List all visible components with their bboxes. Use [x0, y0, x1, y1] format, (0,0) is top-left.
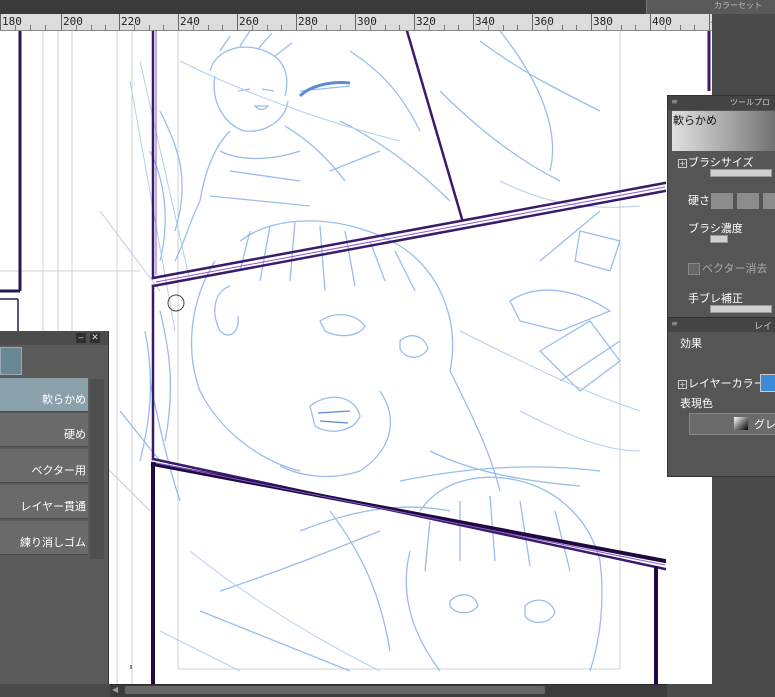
ruler-label: 240 [180, 15, 200, 28]
subtool-scrollbar[interactable] [90, 379, 104, 559]
subtool-panel: ‒ ✕ 軟らかめ 硬め ベクター用 レイヤー貫通 練り消しゴム [0, 331, 109, 684]
ruler-label: 220 [121, 15, 141, 28]
subtool-item-label: レイヤー貫通 [20, 500, 86, 513]
hardness-option-3[interactable] [762, 192, 775, 210]
horizontal-scrollbar-thumb[interactable] [125, 686, 545, 694]
subtool-item[interactable]: ベクター用 [0, 449, 88, 483]
layer-color-row[interactable]: + レイヤーカラー [678, 375, 765, 391]
brush-size-slider[interactable] [710, 169, 772, 177]
subtool-item-label: 練り消しゴム [20, 536, 86, 549]
subtool-item[interactable]: 硬め [0, 413, 88, 447]
subtool-item[interactable]: レイヤー貫通 [0, 485, 88, 519]
ruler-label: 340 [475, 15, 495, 28]
horizontal-ruler: 180 200 220 240 260 280 300 320 340 360 … [0, 14, 712, 31]
layer-property-title: レイ [753, 322, 772, 332]
close-icon[interactable]: ✕ [90, 333, 100, 343]
gray-gradient-icon [734, 417, 748, 430]
ruler-label: 280 [298, 15, 318, 28]
tool-property-titlebar[interactable]: ≡ ツールプロ [668, 96, 775, 110]
vector-erase-label: ベクター消去 [702, 262, 768, 275]
vector-erase-checkbox[interactable] [688, 263, 700, 275]
scroll-left-arrow-icon[interactable]: ◀ [112, 685, 122, 695]
subtool-panel-titlebar[interactable]: ‒ ✕ [0, 331, 108, 345]
layer-property-panel: ≡ レイ 効果 + レイヤーカラー 表現色 グレ [667, 317, 775, 477]
subtool-item-label: 硬め [64, 428, 86, 441]
ruler-label: 360 [534, 15, 554, 28]
expression-color-label: 表現色 [680, 397, 713, 410]
layer-color-swatch[interactable] [760, 374, 775, 392]
subtool-group-selector[interactable] [0, 347, 22, 375]
layer-property-titlebar[interactable]: ≡ レイ [668, 318, 775, 332]
stabilization-slider[interactable] [710, 305, 772, 313]
hardness-label: 硬さ [688, 194, 710, 207]
subtool-item-label: 軟らかめ [42, 393, 86, 406]
ruler-label: 320 [416, 15, 436, 28]
ruler-label: 180 [2, 15, 22, 28]
color-set-tab-label: カラーセット [714, 1, 762, 10]
expand-plus-icon[interactable]: + [678, 380, 687, 389]
subtool-item-label: ベクター用 [31, 464, 86, 477]
effect-label: 効果 [680, 337, 702, 350]
layer-color-label: レイヤーカラー [688, 377, 765, 390]
subtool-item[interactable]: 軟らかめ [0, 378, 88, 412]
tool-property-panel: ≡ ツールプロ 軟らかめ + ブラシサイズ 硬さ ブラシ濃度 ベクター消去 手ブレ… [667, 95, 775, 319]
brush-density-slider[interactable] [710, 235, 728, 243]
brush-size-row[interactable]: + ブラシサイズ [678, 154, 753, 170]
hardness-option-1[interactable] [710, 192, 734, 210]
ruler-label: 260 [239, 15, 259, 28]
ruler-label: 300 [357, 15, 377, 28]
brush-density-label: ブラシ濃度 [688, 222, 743, 235]
vector-erase-row[interactable]: ベクター消去 [688, 260, 768, 276]
panel-grip-icon: ≡ [671, 97, 678, 106]
ruler-label: 200 [63, 15, 83, 28]
preset-name: 軟らかめ [673, 114, 717, 127]
ruler-label: 400 [652, 15, 672, 28]
minimize-icon[interactable]: ‒ [76, 333, 86, 343]
expression-color-gray-button[interactable]: グレ [689, 413, 775, 435]
ruler-label: 420 [711, 15, 712, 28]
color-set-tab[interactable]: カラーセット [646, 0, 775, 14]
brush-preview: 軟らかめ [672, 111, 775, 151]
panel-grip-icon: ≡ [671, 319, 678, 328]
workspace-background [712, 31, 775, 94]
expand-plus-icon[interactable]: + [678, 159, 687, 168]
gray-button-label: グレ [754, 418, 775, 431]
ruler-label: 380 [593, 15, 613, 28]
brush-size-label: ブラシサイズ [688, 156, 754, 169]
hardness-option-2[interactable] [736, 192, 760, 210]
subtool-item[interactable]: 練り消しゴム [0, 521, 88, 555]
stabilization-label: 手ブレ補正 [688, 292, 743, 305]
tool-property-title: ツールプロ [730, 98, 770, 107]
